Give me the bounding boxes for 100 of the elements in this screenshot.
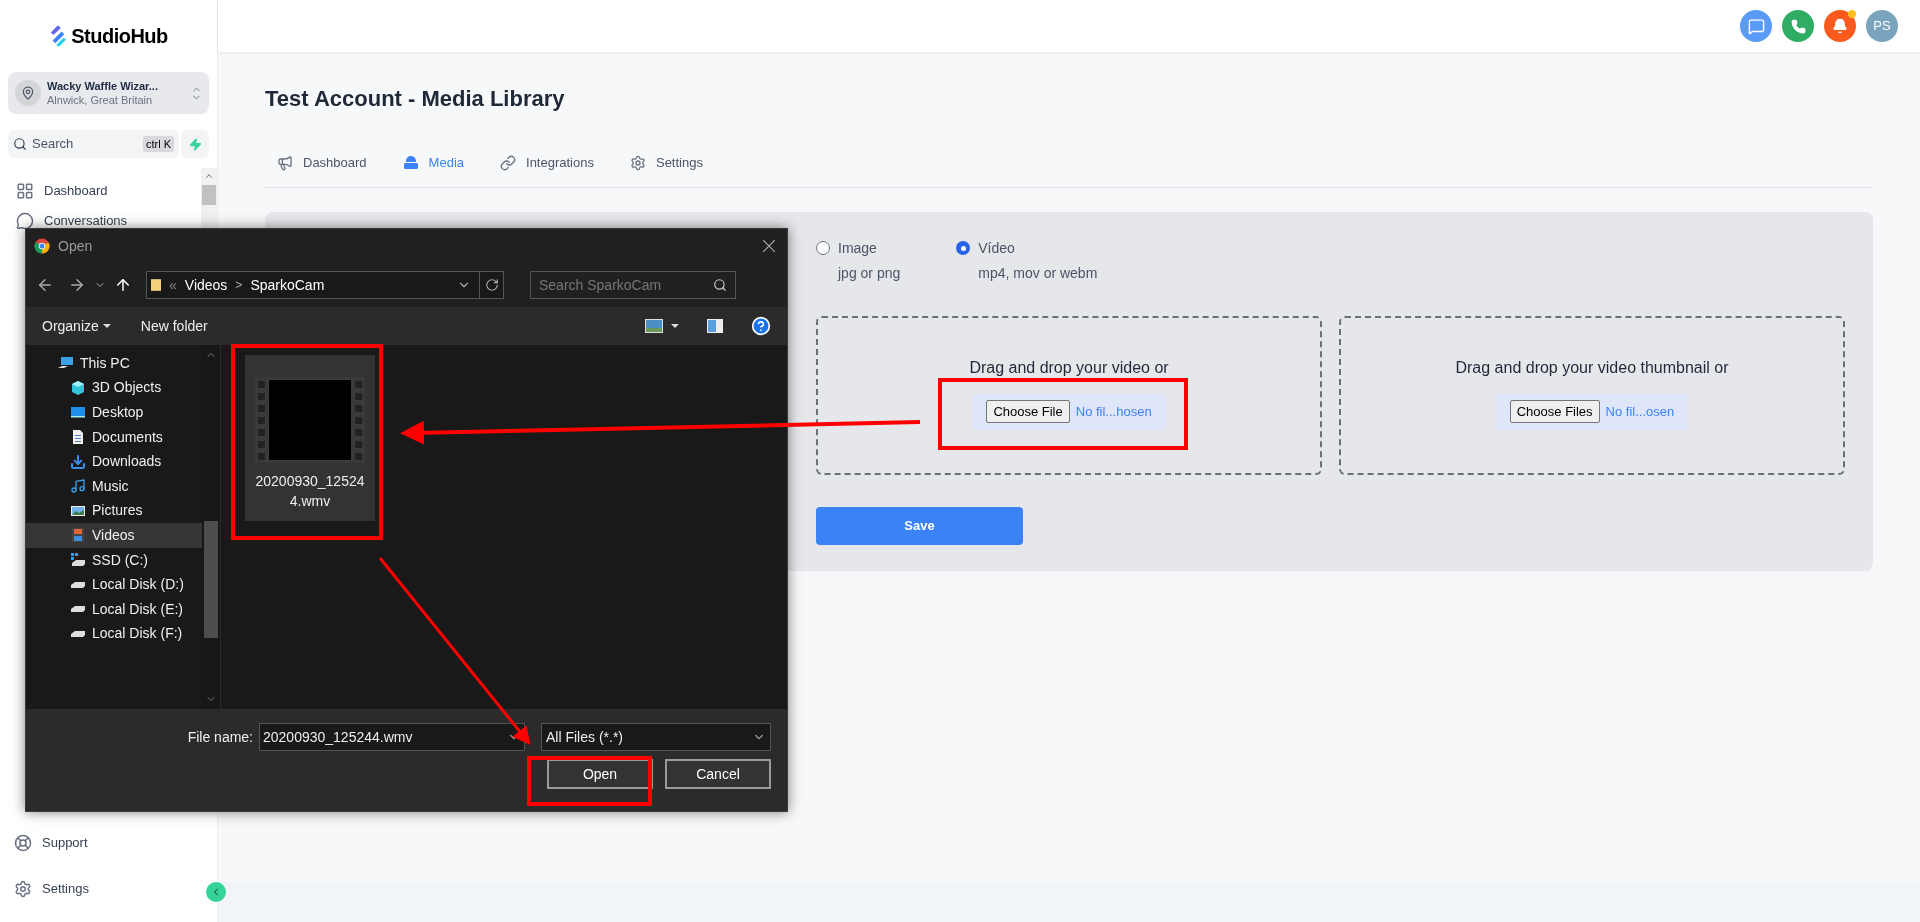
sidebar-item[interactable]: Support <box>0 820 217 866</box>
format-hint: mp4, mov or webm <box>977 263 1098 283</box>
browser-icon <box>34 238 50 254</box>
tab[interactable]: Dashboard <box>277 153 367 173</box>
preview-pane-icon[interactable] <box>707 319 723 333</box>
drop-zone[interactable]: Drag and drop your video or Choose File No fil...hosen <box>816 315 1322 475</box>
drive-icon <box>70 630 86 637</box>
path-separator: > <box>235 277 243 294</box>
scroll-up-icon[interactable] <box>204 171 214 181</box>
sidebar-item[interactable]: Conversations <box>0 206 201 236</box>
address-bar[interactable]: « Videos > SparkoCam <box>146 271 504 299</box>
location-icon <box>21 86 35 100</box>
caret-icon <box>102 324 111 328</box>
file-name: 20200930_125244.wmv <box>254 472 366 511</box>
search-icon <box>13 137 27 151</box>
dialog-title: Open <box>58 236 93 256</box>
format-hint: jpg or png <box>836 263 901 283</box>
cancel-button[interactable]: Cancel <box>665 759 771 789</box>
drop-zone-text: Drag and drop your video or <box>969 357 1169 378</box>
folder-item[interactable]: Downloads <box>26 449 202 474</box>
page-title: Test Account - Media Library <box>265 85 566 113</box>
settings-icon <box>629 154 646 171</box>
phone-icon <box>1790 18 1806 34</box>
tab[interactable]: Integrations <box>500 153 594 173</box>
help-icon[interactable] <box>751 316 771 336</box>
cube-icon <box>70 379 86 396</box>
radio-label: Vídeo <box>978 238 1015 258</box>
file-status: No fil...osen <box>1605 402 1675 421</box>
drive-icon <box>70 606 86 613</box>
lightning-icon <box>188 137 202 151</box>
folder-item[interactable]: Pictures <box>26 498 202 524</box>
folder-item[interactable]: Music <box>26 473 202 499</box>
folder-item[interactable]: Local Disk (E:) <box>26 596 202 622</box>
sidebar-item[interactable]: Settings <box>0 866 217 912</box>
drop-zone[interactable]: Drag and drop your video thumbnail or Choose Files No fil...osen <box>1339 315 1845 475</box>
monitor-icon <box>70 404 86 421</box>
drive-icon <box>70 552 86 569</box>
choose-file-button[interactable]: Choose Files <box>1509 399 1600 424</box>
quick-action-button[interactable] <box>181 130 209 158</box>
settings-icon <box>14 880 32 898</box>
drop-zone-text: Drag and drop your video thumbnail or <box>1455 357 1729 378</box>
link-icon <box>500 154 517 171</box>
path-segment[interactable]: Videos <box>184 274 228 296</box>
new-folder-button[interactable]: New folder <box>140 315 208 337</box>
scroll-thumb[interactable] <box>202 185 216 205</box>
forward-icon[interactable] <box>68 276 86 294</box>
search-icon <box>713 278 727 292</box>
drive-icon <box>70 581 86 588</box>
phone-button[interactable] <box>1782 10 1814 42</box>
folder-item[interactable]: SSD (C:) <box>26 547 202 573</box>
lifebuoy-icon <box>14 834 32 852</box>
notifications-button[interactable] <box>1824 10 1856 42</box>
back-icon[interactable] <box>36 276 54 294</box>
caret-icon[interactable] <box>671 324 679 328</box>
radio-button[interactable] <box>956 241 971 255</box>
file-input[interactable]: Choose File No fil...hosen <box>972 393 1166 430</box>
chat-icon <box>1747 17 1765 35</box>
folder-stack-icon <box>402 154 419 171</box>
path-segment[interactable]: SparkoCam <box>250 274 325 296</box>
file-type-dropdown[interactable]: All Files (*.*) <box>541 723 771 751</box>
view-icon[interactable] <box>645 319 663 333</box>
grid-icon <box>16 182 34 200</box>
choose-file-button[interactable]: Choose File <box>986 399 1070 424</box>
tab[interactable]: Settings <box>629 153 703 173</box>
folder-item[interactable]: Documents <box>26 424 202 450</box>
document-icon <box>70 429 86 446</box>
radio-button[interactable] <box>816 241 830 255</box>
open-button[interactable]: Open <box>547 759 653 789</box>
bell-icon <box>1832 18 1848 34</box>
file-tile[interactable]: 20200930_125244.wmv <box>245 355 375 521</box>
chat-button[interactable] <box>1740 10 1772 42</box>
folder-item[interactable]: Desktop <box>26 400 202 425</box>
folder-item[interactable]: Videos <box>26 523 202 548</box>
overflow-chevrons[interactable]: « <box>169 274 177 296</box>
folder-item[interactable]: 3D Objects <box>26 375 202 401</box>
file-name-field[interactable]: 20200930_125244.wmv <box>259 723 525 751</box>
search-field[interactable]: Search SparkoCam <box>530 271 736 299</box>
music-note-icon <box>70 478 86 495</box>
account-name: Wacky Waffle Wizar... <box>47 79 159 93</box>
account-switcher[interactable]: Wacky Waffle Wizar... Alnwick, Great Britain <box>8 72 209 114</box>
folder-item[interactable]: This PC <box>26 351 202 376</box>
logo-text: StudioHub <box>71 24 168 49</box>
tab[interactable]: Media <box>402 153 465 173</box>
close-icon[interactable] <box>763 240 775 252</box>
up-icon[interactable] <box>114 276 132 294</box>
scroll-thumb[interactable] <box>204 521 218 638</box>
video-thumbnail-icon <box>255 377 365 463</box>
megaphone-icon <box>277 154 293 171</box>
folder-item[interactable]: Local Disk (F:) <box>26 621 202 647</box>
shortcut-key: ctrl K <box>142 135 174 153</box>
radio-label: Image <box>838 238 877 258</box>
refresh-icon[interactable] <box>484 278 499 292</box>
search-field[interactable]: Search ctrl K <box>8 130 179 158</box>
save-button[interactable]: Save <box>816 506 1023 545</box>
file-input[interactable]: Choose Files No fil...osen <box>1495 393 1689 430</box>
download-icon <box>70 453 86 470</box>
organize-menu[interactable]: Organize <box>42 315 111 337</box>
folder-icon <box>151 277 161 293</box>
folder-item[interactable]: Local Disk (D:) <box>26 572 202 597</box>
sidebar-item[interactable]: Dashboard <box>0 176 201 206</box>
